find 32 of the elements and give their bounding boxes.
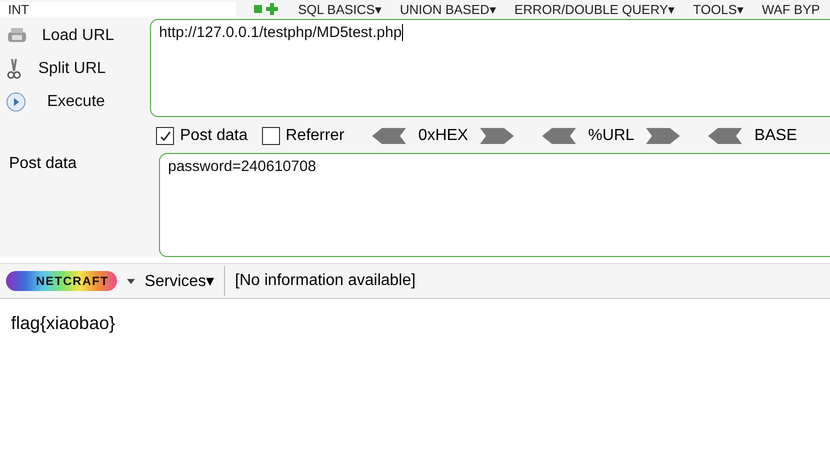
checkbox[interactable] [262, 127, 280, 145]
encoder-label: BASE [754, 127, 798, 145]
left-arrow-icon[interactable] [542, 128, 576, 144]
play-icon [6, 92, 26, 112]
menu-item[interactable]: ERROR/DOUBLE QUERY▾ [514, 2, 676, 16]
encoder-label: %URL [588, 127, 634, 145]
action-button[interactable]: Load URL [0, 21, 150, 50]
menu-item[interactable]: TOOLS▾ [693, 2, 744, 16]
left-arrow-icon[interactable] [372, 128, 406, 144]
action-button[interactable]: Execute [0, 87, 150, 116]
check-icon [158, 130, 172, 142]
caret-icon[interactable] [126, 278, 135, 284]
url-field[interactable]: http://127.0.0.1/testphp/MD5test.php [150, 19, 830, 117]
injection-dropdown[interactable]: INT [0, 2, 236, 16]
menu-item[interactable]: UNION BASED▾ [400, 2, 496, 16]
scissors-icon [6, 58, 22, 80]
action-button[interactable]: Split URL [0, 54, 150, 83]
right-arrow-icon[interactable] [646, 128, 680, 144]
post-data-label: Post data [8, 154, 78, 174]
services-menu[interactable]: Services▾ [144, 271, 214, 291]
right-arrow-icon[interactable] [480, 128, 514, 144]
checkbox-label[interactable]: Post data [180, 127, 248, 145]
plus-icon[interactable] [254, 3, 280, 15]
encoder-label: 0xHEX [418, 127, 468, 145]
info-text: [No information available] [235, 272, 416, 290]
checkbox[interactable] [156, 127, 174, 145]
checkbox-label[interactable]: Referrer [286, 127, 344, 145]
page-text: flag{xiaobao} [11, 313, 116, 333]
menu-item[interactable]: WAF BYP [762, 2, 820, 16]
menu-item[interactable]: SQL BASICS▾ [298, 2, 382, 16]
left-arrow-icon[interactable] [708, 128, 742, 144]
post-data-field[interactable]: password=240610708 [159, 153, 830, 257]
